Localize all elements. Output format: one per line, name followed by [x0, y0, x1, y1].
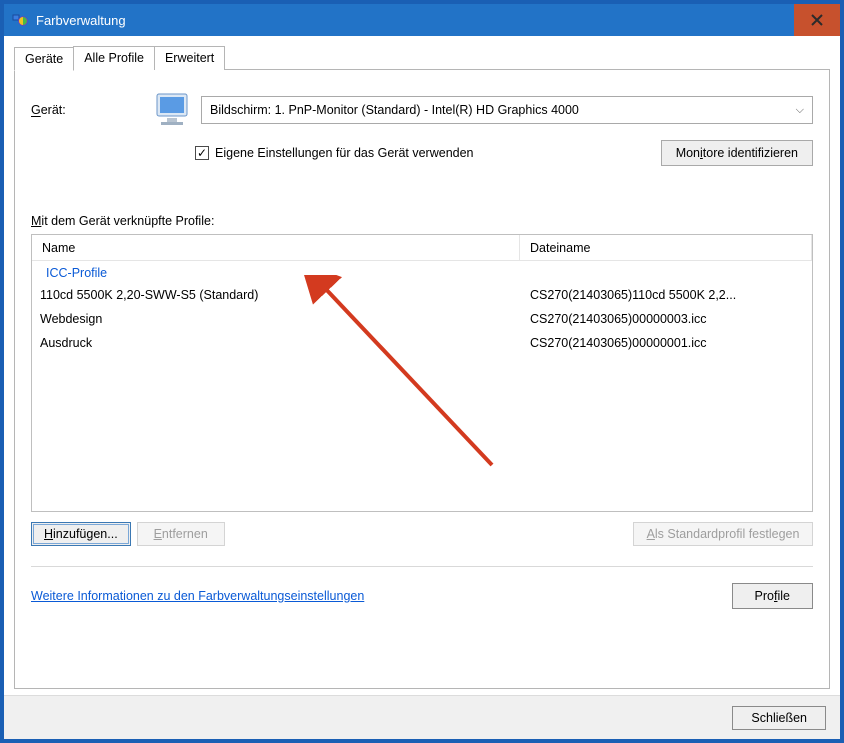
remove-button: Entfernen — [137, 522, 225, 546]
client-area: Geräte Alle Profile Erweitert Gerät: Bil… — [4, 36, 840, 695]
cell-name: Ausdruck — [40, 334, 530, 352]
cell-file: CS270(21403065)110cd 5500K 2,2... — [530, 286, 812, 304]
footer-row: Weitere Informationen zu den Farbverwalt… — [31, 583, 813, 609]
linked-profiles-label: Mit dem Gerät verknüpfte Profile: — [31, 214, 813, 228]
bottom-bar: Schließen — [4, 695, 840, 739]
tabs: Geräte Alle Profile Erweitert — [14, 46, 830, 70]
cell-name: Webdesign — [40, 310, 530, 328]
profile-button[interactable]: Profile — [732, 583, 813, 609]
separator — [31, 566, 813, 567]
own-settings-label: Eigene Einstellungen für das Gerät verwe… — [215, 146, 474, 160]
column-name[interactable]: Name — [32, 235, 520, 260]
device-row: Gerät: Bildschirm: 1. PnP-Monitor (Stand… — [31, 90, 813, 130]
monitor-icon — [151, 90, 195, 130]
settings-row: Eigene Einstellungen für das Gerät verwe… — [195, 140, 813, 166]
own-settings-checkbox[interactable] — [195, 146, 209, 160]
group-icc: ICC-Profile — [32, 263, 812, 283]
device-select[interactable]: Bildschirm: 1. PnP-Monitor (Standard) - … — [201, 96, 813, 124]
close-dialog-button[interactable]: Schließen — [732, 706, 826, 730]
device-label: Gerät: — [31, 103, 151, 117]
tab-devices[interactable]: Geräte — [14, 47, 74, 71]
cell-file: CS270(21403065)00000001.icc — [530, 334, 812, 352]
color-management-window: Farbverwaltung Geräte Alle Profile Erwei… — [0, 0, 844, 743]
app-icon — [12, 12, 28, 28]
identify-monitors-button[interactable]: Monitore identifizieren — [661, 140, 813, 166]
list-item[interactable]: 110cd 5500K 2,20-SWW-S5 (Standard) CS270… — [32, 283, 812, 307]
profile-buttons: Hinzufügen... Entfernen Als Standardprof… — [31, 522, 813, 546]
listview-header: Name Dateiname — [32, 235, 812, 261]
more-info-link[interactable]: Weitere Informationen zu den Farbverwalt… — [31, 589, 364, 603]
close-button[interactable] — [794, 4, 840, 36]
tab-all-profiles[interactable]: Alle Profile — [73, 46, 155, 70]
device-select-text: Bildschirm: 1. PnP-Monitor (Standard) - … — [210, 103, 579, 117]
close-icon — [811, 14, 823, 26]
column-filename[interactable]: Dateiname — [520, 235, 812, 260]
listview-body: ICC-Profile 110cd 5500K 2,20-SWW-S5 (Sta… — [32, 261, 812, 355]
list-item[interactable]: Webdesign CS270(21403065)00000003.icc — [32, 307, 812, 331]
add-button[interactable]: Hinzufügen... — [31, 522, 131, 546]
set-default-button: Als Standardprofil festlegen — [633, 522, 813, 546]
tab-advanced[interactable]: Erweitert — [154, 46, 225, 70]
titlebar[interactable]: Farbverwaltung — [4, 4, 840, 36]
window-title: Farbverwaltung — [36, 13, 794, 28]
tab-panel-devices: Gerät: Bildschirm: 1. PnP-Monitor (Stand… — [14, 69, 830, 689]
cell-file: CS270(21403065)00000003.icc — [530, 310, 812, 328]
profiles-listview[interactable]: Name Dateiname ICC-Profile 110cd 5500K 2… — [31, 234, 813, 512]
chevron-down-icon: ⌵ — [796, 104, 804, 117]
list-item[interactable]: Ausdruck CS270(21403065)00000001.icc — [32, 331, 812, 355]
cell-name: 110cd 5500K 2,20-SWW-S5 (Standard) — [40, 286, 530, 304]
